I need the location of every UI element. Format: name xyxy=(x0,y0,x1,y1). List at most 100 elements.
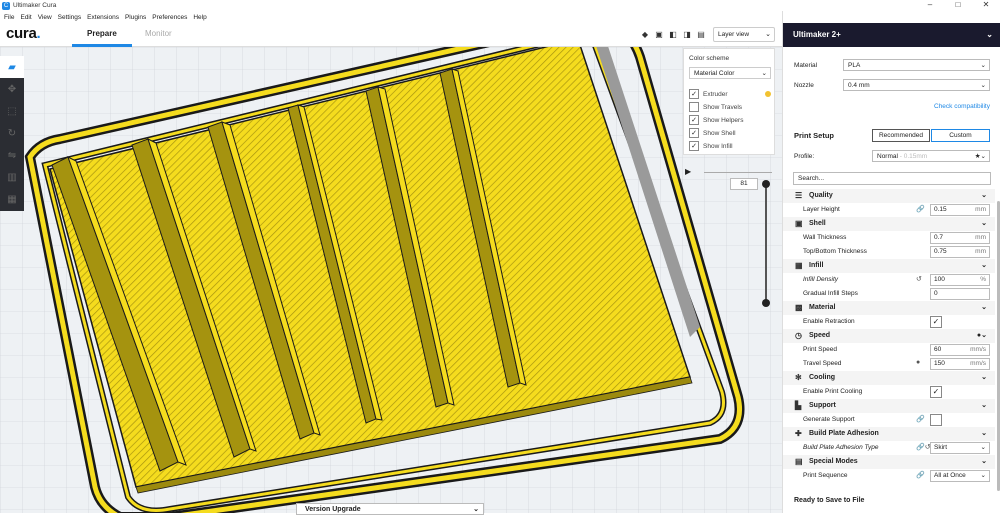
recommended-mode-button[interactable]: Recommended xyxy=(872,129,930,142)
checkbox-show-helpers[interactable]: ✓ xyxy=(689,115,699,125)
build-plate-scene xyxy=(0,47,782,513)
mirror-tool-icon[interactable]: ⇋ xyxy=(0,144,24,166)
profile-select[interactable]: Normal - 0.15mm ★⌄ xyxy=(872,150,990,162)
top-bottom-thickness-input[interactable]: 0.75 mm xyxy=(930,246,990,258)
version-upgrade-bar[interactable]: Version Upgrade ⌄ xyxy=(296,503,484,515)
option-show-shell[interactable]: ✓ Show Shell xyxy=(689,127,736,139)
fan-icon: ✻ xyxy=(795,373,802,382)
link-icon[interactable]: 🔗 xyxy=(916,415,925,423)
nozzle-select[interactable]: 0.4 mm ⌄ xyxy=(843,79,990,91)
top-view-icon[interactable]: ◧ xyxy=(669,30,677,39)
setting-wall-thickness: Wall Thickness 0.7 mm xyxy=(783,231,995,245)
option-extruder[interactable]: ✓ Extruder xyxy=(689,88,728,100)
chevron-down-icon: ⌄ xyxy=(981,220,987,227)
menu-edit[interactable]: Edit xyxy=(20,14,31,21)
left-view-icon[interactable]: ◨ xyxy=(683,30,691,39)
tab-prepare[interactable]: Prepare xyxy=(87,29,117,38)
category-material[interactable]: ▩ Material ⌄ xyxy=(783,301,995,315)
per-model-settings-icon[interactable]: ▥ xyxy=(0,166,24,188)
logo-dot: . xyxy=(36,25,41,42)
menu-extensions[interactable]: Extensions xyxy=(87,14,119,21)
print-speed-input[interactable]: 60 mm/s xyxy=(930,344,990,356)
star-chevron-icon: ★⌄ xyxy=(974,153,986,160)
minimize-button[interactable]: – xyxy=(916,0,944,10)
layer-slider-track[interactable] xyxy=(765,183,767,303)
link-icon[interactable]: 🔗 xyxy=(916,205,925,213)
current-layer-input[interactable]: 81 xyxy=(730,178,758,190)
layer-height-input[interactable]: 0.15 mm xyxy=(930,204,990,216)
category-infill[interactable]: ▦ Infill ⌄ xyxy=(783,259,995,273)
cooling-checkbox[interactable]: ✓ xyxy=(930,386,942,398)
adhesion-type-select[interactable]: Skirt ⌄ xyxy=(930,442,990,454)
color-scheme-select[interactable]: Material Color ⌄ xyxy=(689,67,771,79)
open-file-icon[interactable]: ▰ xyxy=(0,56,24,78)
menu-plugins[interactable]: Plugins xyxy=(125,14,146,21)
right-view-icon[interactable]: ▤ xyxy=(697,30,705,39)
support-checkbox[interactable] xyxy=(930,414,942,426)
category-adhesion[interactable]: ✚ Build Plate Adhesion ⌄ xyxy=(783,427,995,441)
custom-mode-button[interactable]: Custom xyxy=(931,129,990,142)
checkbox-show-travels[interactable] xyxy=(689,102,699,112)
info-icon[interactable]: ● xyxy=(916,359,920,366)
category-quality[interactable]: ☰ Quality ⌄ xyxy=(783,189,995,203)
close-button[interactable]: ✕ xyxy=(972,0,1000,10)
scale-tool-icon[interactable]: ⬚ xyxy=(0,100,24,122)
tab-monitor[interactable]: Monitor xyxy=(145,29,172,38)
printer-selector[interactable]: Ultimaker 2+ ⌄ xyxy=(783,23,1000,47)
checkbox-extruder[interactable]: ✓ xyxy=(689,89,699,99)
material-icon: ▩ xyxy=(795,303,803,312)
3d-view-icon[interactable]: ◆ xyxy=(641,30,649,39)
retraction-checkbox[interactable]: ✓ xyxy=(930,316,942,328)
check-compatibility-link[interactable]: Check compatibility xyxy=(934,103,990,110)
front-view-icon[interactable]: ▣ xyxy=(655,30,663,39)
category-support[interactable]: ▙ Support ⌄ xyxy=(783,399,995,413)
menu-help[interactable]: Help xyxy=(193,14,206,21)
reset-icon[interactable]: ↺ xyxy=(916,275,922,283)
play-icon[interactable]: ▶ xyxy=(685,167,691,176)
profile-value: Normal xyxy=(877,153,898,160)
infill-icon: ▦ xyxy=(795,261,803,270)
link-reset-icon[interactable]: 🔗↺ xyxy=(916,443,931,451)
category-speed[interactable]: ◷ Speed ●⌄ xyxy=(783,329,995,343)
gradual-infill-input[interactable]: 0 xyxy=(930,288,990,300)
category-special-modes[interactable]: ▤ Special Modes ⌄ xyxy=(783,455,995,469)
menu-file[interactable]: File xyxy=(4,14,14,21)
setting-infill-density: Infill Density ↺ 100% xyxy=(783,273,995,287)
wall-thickness-input[interactable]: 0.7 mm xyxy=(930,232,990,244)
checkbox-show-shell[interactable]: ✓ xyxy=(689,128,699,138)
support-blocker-icon[interactable]: ▦ xyxy=(0,188,24,210)
adhesion-icon: ✚ xyxy=(795,429,802,438)
layer-slider-bottom-handle[interactable] xyxy=(762,299,770,307)
checkbox-show-infill[interactable]: ✓ xyxy=(689,141,699,151)
setting-label: Enable Retraction xyxy=(803,318,855,325)
menu-view[interactable]: View xyxy=(38,14,52,21)
option-label: Show Helpers xyxy=(703,116,744,124)
layer-slider-top-handle[interactable] xyxy=(762,180,770,188)
move-tool-icon[interactable]: ✥ xyxy=(0,78,24,100)
setting-value: Skirt xyxy=(934,444,947,451)
menu-preferences[interactable]: Preferences xyxy=(152,14,187,21)
rotate-tool-icon[interactable]: ↻ xyxy=(0,122,24,144)
3d-viewport[interactable] xyxy=(0,47,782,513)
print-sequence-select[interactable]: All at Once ⌄ xyxy=(930,470,990,482)
category-cooling[interactable]: ✻ Cooling ⌄ xyxy=(783,371,995,385)
link-icon[interactable]: 🔗 xyxy=(916,471,925,479)
option-show-infill[interactable]: ✓ Show Infill xyxy=(689,140,733,152)
option-show-travels[interactable]: Show Travels xyxy=(689,101,742,113)
infill-density-input[interactable]: 100% xyxy=(930,274,990,286)
setting-value: 150 xyxy=(934,360,945,367)
menu-settings[interactable]: Settings xyxy=(58,14,82,21)
chevron-down-icon: ⌄ xyxy=(765,31,771,38)
maximize-button[interactable]: □ xyxy=(944,0,972,10)
material-select[interactable]: PLA ⌄ xyxy=(843,59,990,71)
option-show-helpers[interactable]: ✓ Show Helpers xyxy=(689,114,743,126)
chevron-down-icon: ⌄ xyxy=(981,192,987,199)
category-label: Infill xyxy=(809,262,824,269)
category-shell[interactable]: ▣ Shell ⌄ xyxy=(783,217,995,231)
setting-print-sequence: Print Sequence 🔗 All at Once ⌄ xyxy=(783,469,995,483)
layer-view-panel: Color scheme Material Color ⌄ ✓ Extruder … xyxy=(683,48,775,155)
setting-gradual-infill: Gradual Infill Steps 0 xyxy=(783,287,995,301)
view-mode-select[interactable]: Layer view ⌄ xyxy=(713,27,775,42)
settings-search-input[interactable]: Search... xyxy=(793,172,991,185)
travel-speed-input[interactable]: 150 mm/s xyxy=(930,358,990,370)
